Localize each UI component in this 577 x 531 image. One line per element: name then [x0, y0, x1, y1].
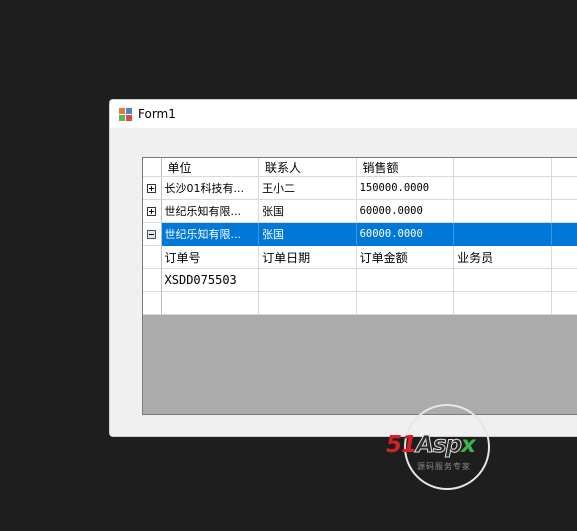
child-column-header-order-date[interactable]: 订单日期: [259, 246, 357, 269]
child-cell-order-date[interactable]: [259, 292, 357, 315]
cell-unit[interactable]: 世纪乐知有限...: [161, 200, 260, 223]
child-cell-salesperson[interactable]: [454, 292, 552, 315]
expand-plus-icon[interactable]: [147, 183, 157, 193]
cell-overflow[interactable]: [551, 200, 577, 223]
child-cell-salesperson[interactable]: [454, 269, 552, 292]
child-cell-order-amount[interactable]: [356, 292, 455, 315]
cell-sales[interactable]: 60000.0000: [356, 223, 455, 246]
app-icon: [119, 107, 132, 121]
child-column-header-overflow: [551, 246, 577, 269]
watermark-brand: 51Aspx: [386, 432, 476, 459]
cell-contact[interactable]: 张国: [259, 223, 357, 246]
cell-overflow[interactable]: [551, 223, 577, 246]
watermark-logo: 51Aspx 源码服务专家: [386, 404, 512, 494]
expand-plus-icon[interactable]: [147, 206, 157, 216]
child-cell-order-no[interactable]: [161, 292, 260, 315]
child-indent-cell: [143, 269, 162, 292]
child-cell-order-amount[interactable]: [356, 269, 455, 292]
table-row[interactable]: 长沙01科技有... 王小二 150000.0000: [143, 177, 577, 200]
cell-empty[interactable]: [454, 200, 552, 223]
header-selector-cell: [143, 158, 162, 177]
window-title: Form1: [138, 107, 176, 121]
cell-contact[interactable]: 张国: [259, 200, 357, 223]
collapse-minus-icon[interactable]: [147, 229, 157, 239]
child-cell-overflow[interactable]: [551, 269, 577, 292]
child-column-header-order-no[interactable]: 订单号: [161, 246, 260, 269]
row-expander-cell[interactable]: [143, 200, 162, 223]
table-row-selected[interactable]: 世纪乐知有限... 张国 60000.0000: [143, 223, 577, 246]
child-cell-overflow[interactable]: [551, 292, 577, 315]
child-column-header-salesperson[interactable]: 业务员: [454, 246, 552, 269]
cell-contact[interactable]: 王小二: [259, 177, 357, 200]
row-expander-cell[interactable]: [143, 177, 162, 200]
column-header-overflow: [551, 158, 577, 177]
child-cell-order-no[interactable]: XSDD075503: [161, 269, 260, 292]
cell-unit[interactable]: 世纪乐知有限...: [161, 223, 260, 246]
child-table-row-new[interactable]: [143, 292, 577, 315]
data-grid[interactable]: 单位 联系人 销售额 长沙01科技有... 王小二 150000.0000 世纪…: [142, 157, 577, 415]
cell-unit[interactable]: 长沙01科技有...: [161, 177, 260, 200]
grid-header-row: 单位 联系人 销售额: [143, 158, 577, 177]
child-cell-order-date[interactable]: [259, 269, 357, 292]
column-header-contact[interactable]: 联系人: [259, 158, 357, 177]
table-row[interactable]: 世纪乐知有限... 张国 60000.0000: [143, 200, 577, 223]
row-expander-cell[interactable]: [143, 223, 162, 246]
title-bar[interactable]: Form1: [110, 100, 577, 128]
form-window: Form1 单位 联系人 销售额 长沙01科技有... 王小二 150000.0…: [109, 99, 577, 437]
column-header-unit[interactable]: 单位: [161, 158, 260, 177]
watermark-subtitle: 源码服务专家: [417, 462, 471, 471]
cell-sales[interactable]: 60000.0000: [356, 200, 455, 223]
child-column-header-order-amount[interactable]: 订单金额: [356, 246, 455, 269]
cell-empty[interactable]: [454, 223, 552, 246]
child-indent-cell: [143, 246, 162, 269]
column-header-sales[interactable]: 销售额: [356, 158, 455, 177]
cell-empty[interactable]: [454, 177, 552, 200]
child-table-row[interactable]: XSDD075503: [143, 269, 577, 292]
cell-overflow[interactable]: [551, 177, 577, 200]
child-header-row: 订单号 订单日期 订单金额 业务员: [143, 246, 577, 269]
column-header-empty[interactable]: [454, 158, 552, 177]
child-indent-cell: [143, 292, 162, 315]
cell-sales[interactable]: 150000.0000: [356, 177, 455, 200]
